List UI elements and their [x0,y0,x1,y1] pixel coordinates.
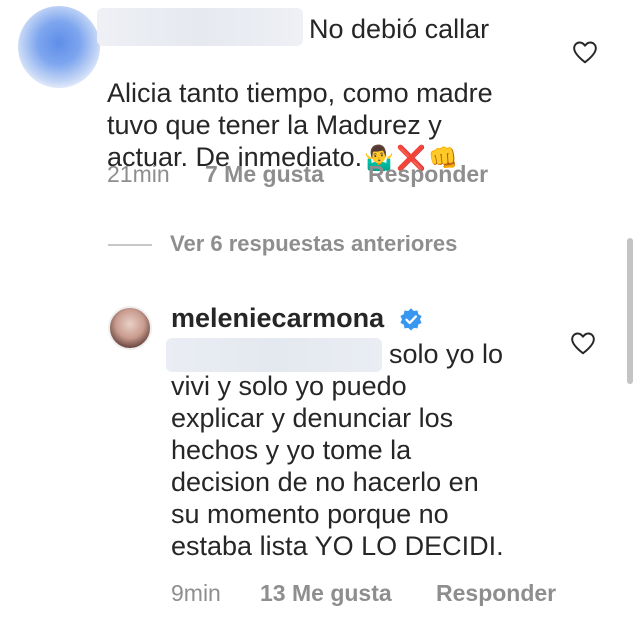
reply-timestamp: 9min [171,580,221,606]
commenter-avatar-blurred[interactable] [18,6,100,88]
reply-text-first-line: solo yo lo [389,339,504,369]
reply-username[interactable]: meleniecarmona [171,303,384,334]
comment-timestamp: 21min [107,161,170,187]
mentioned-username-blurred[interactable] [166,338,382,372]
comment-reply-button[interactable]: Responder [368,161,488,188]
comment-text: Alicia tanto tiempo, como madre tuvo que… [107,45,493,175]
replies-divider [108,244,152,246]
verified-badge-icon [400,308,422,331]
reply-text-body: vivi y solo yo puedo explicar y denuncia… [171,371,504,561]
reply-like-count[interactable]: 13 Me gusta [260,580,392,607]
comment-like-count[interactable]: 7 Me gusta [205,161,324,188]
commenter-username-blurred[interactable] [97,8,303,46]
heart-icon[interactable] [572,40,598,64]
comment-text-first-line: No debió callar [309,14,490,44]
scrollbar[interactable] [627,238,633,384]
heart-icon[interactable] [570,331,596,355]
view-previous-replies-button[interactable]: Ver 6 respuestas anteriores [170,231,457,257]
reply-reply-button[interactable]: Responder [436,580,556,607]
reply-avatar[interactable] [108,306,152,350]
